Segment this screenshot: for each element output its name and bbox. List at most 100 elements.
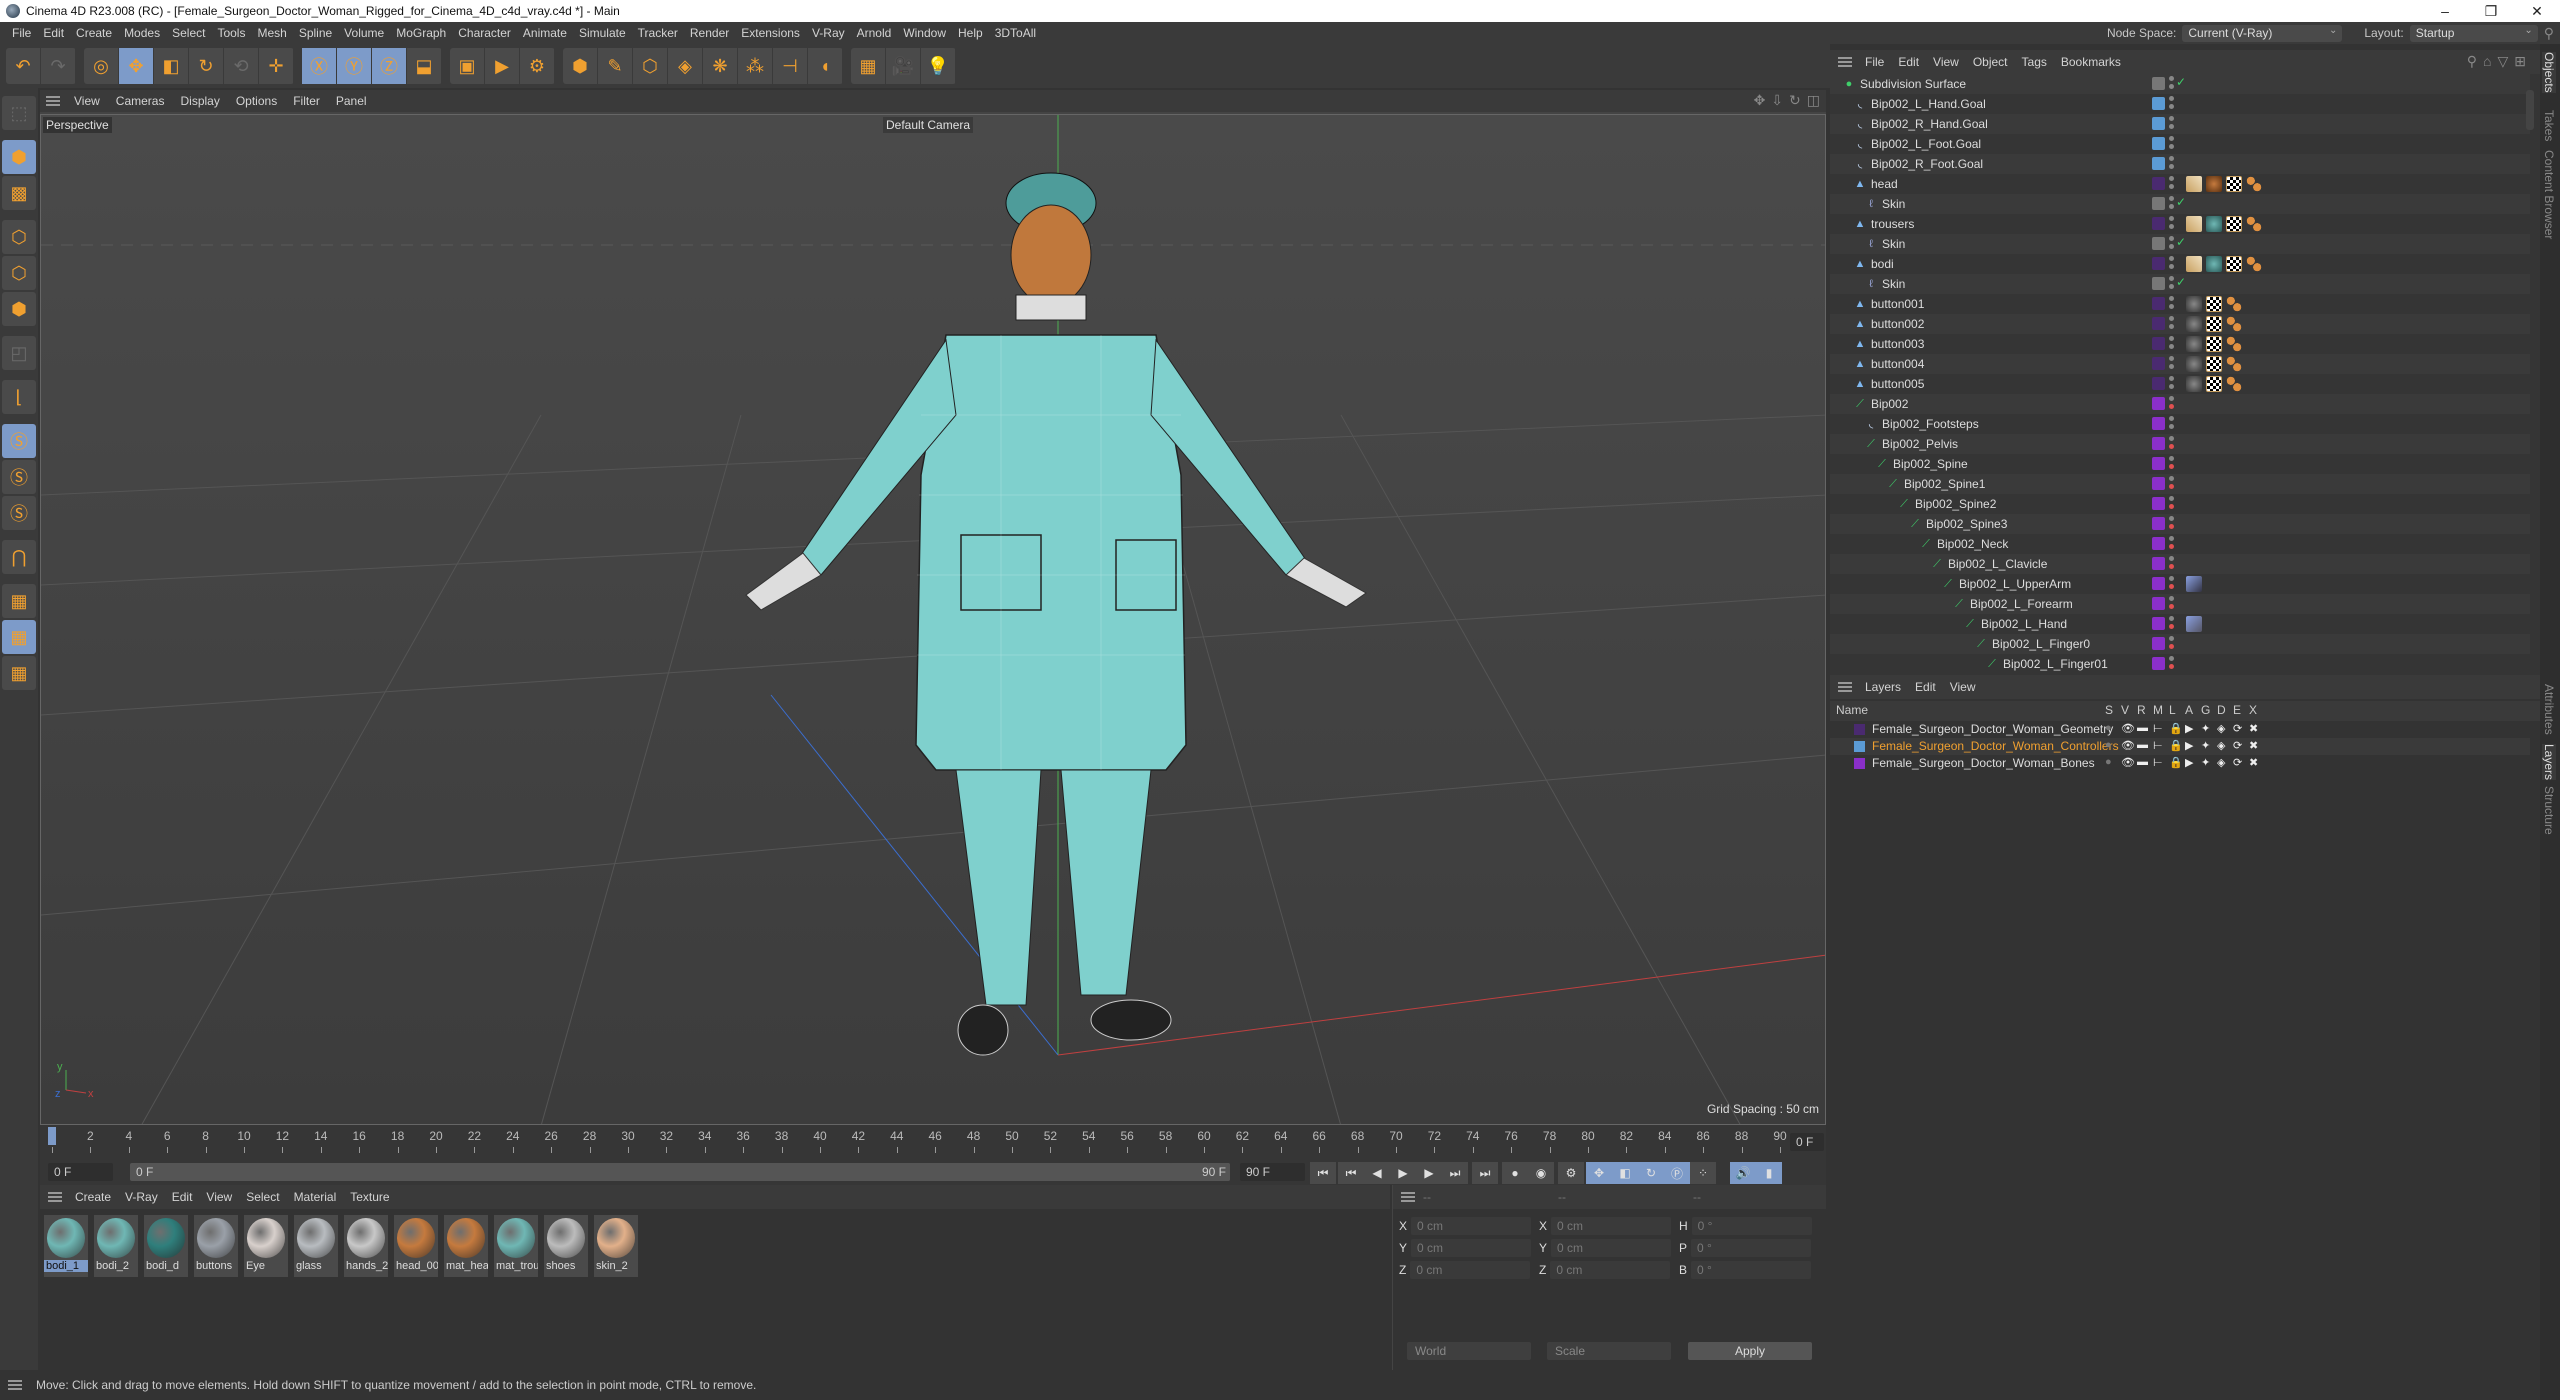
- render-settings-icon[interactable]: ⚙: [520, 48, 555, 84]
- layer-color-swatch[interactable]: [2152, 397, 2165, 410]
- current-frame-field[interactable]: 0 F: [1790, 1133, 1824, 1151]
- layer-x-toggle-icon[interactable]: ✖: [2249, 756, 2258, 769]
- layer-v-toggle-icon[interactable]: 👁: [2121, 722, 2135, 735]
- deformer-icon[interactable]: ⊣: [773, 48, 808, 84]
- layer-color-swatch[interactable]: [2152, 597, 2165, 610]
- visibility-dots[interactable]: [2169, 276, 2174, 292]
- object-name[interactable]: Bip002_Pelvis: [1882, 437, 1958, 451]
- layer-r-toggle-icon[interactable]: ▬: [2137, 756, 2148, 768]
- layer-color-swatch[interactable]: [1854, 724, 1865, 735]
- locked-workplane-icon[interactable]: ▦: [2, 620, 36, 654]
- object-row[interactable]: ⟋ Bip002_Spine: [1830, 454, 2530, 474]
- visibility-dots[interactable]: [2169, 76, 2174, 92]
- menu-spline[interactable]: Spline: [293, 26, 338, 40]
- layer-m-toggle-icon[interactable]: ⊢: [2153, 739, 2163, 752]
- rotate-view-icon[interactable]: ↻: [1789, 92, 1801, 109]
- visibility-dots[interactable]: [2169, 176, 2174, 192]
- layer-color-swatch[interactable]: [2152, 117, 2165, 130]
- status-menu-icon[interactable]: [8, 1380, 22, 1390]
- object-name[interactable]: Bip002_L_Hand.Goal: [1871, 97, 1986, 111]
- visibility-dots[interactable]: [2169, 396, 2174, 412]
- tab-layers[interactable]: Layers: [2542, 744, 2556, 781]
- visibility-dots[interactable]: [2169, 476, 2174, 492]
- layer-menu-view[interactable]: View: [1943, 680, 1983, 694]
- mat-teal-tag-icon[interactable]: [2206, 256, 2222, 272]
- layer-color-swatch[interactable]: [2152, 537, 2165, 550]
- key-pla-icon[interactable]: ⁘: [1690, 1162, 1716, 1184]
- y-axis-icon[interactable]: Ⓨ: [337, 48, 372, 84]
- menu-animate[interactable]: Animate: [517, 26, 573, 40]
- next-frame-icon[interactable]: ▶: [1416, 1162, 1442, 1184]
- solo-hierarchy-icon[interactable]: Ⓢ: [2, 460, 36, 494]
- uvw-tag-icon[interactable]: [2206, 316, 2222, 332]
- extrude-icon[interactable]: ◈: [668, 48, 703, 84]
- layer-x-toggle-icon[interactable]: ✖: [2249, 722, 2258, 735]
- object-name[interactable]: Skin: [1882, 197, 1905, 211]
- menu-3dtoall[interactable]: 3DToAll: [989, 26, 1042, 40]
- prev-frame-icon[interactable]: ◀: [1364, 1162, 1390, 1184]
- cloner-icon[interactable]: ❋: [703, 48, 738, 84]
- visibility-dots[interactable]: [2169, 376, 2174, 392]
- menu-extensions[interactable]: Extensions: [735, 26, 806, 40]
- layer-m-toggle-icon[interactable]: ⊢: [2153, 722, 2163, 735]
- go-to-end-icon[interactable]: ⏭: [1472, 1162, 1498, 1184]
- visibility-dots[interactable]: [2169, 416, 2174, 432]
- object-row[interactable]: ⟋ Bip002_Pelvis: [1830, 434, 2530, 454]
- dots-tag-icon[interactable]: [2226, 356, 2242, 372]
- layer-color-swatch[interactable]: [2152, 557, 2165, 570]
- redo-icon[interactable]: ↷: [41, 48, 76, 84]
- layer-e-toggle-icon[interactable]: ⟳: [2233, 756, 2242, 769]
- object-name[interactable]: trousers: [1871, 217, 1914, 231]
- uv-mode-icon[interactable]: ◰: [2, 336, 36, 370]
- pin-tag-icon[interactable]: [2186, 616, 2202, 632]
- layer-color-swatch[interactable]: [2152, 177, 2165, 190]
- viewport-menu-options[interactable]: Options: [228, 94, 285, 108]
- mat-gray-tag-icon[interactable]: [2186, 356, 2202, 372]
- layer-a-toggle-icon[interactable]: ▶: [2185, 756, 2193, 769]
- coordinate-input[interactable]: 0 cm: [1551, 1239, 1672, 1257]
- object-name[interactable]: bodi: [1871, 257, 1894, 271]
- object-row[interactable]: ⟋ Bip002_L_Hand: [1830, 614, 2530, 634]
- layer-color-swatch[interactable]: [2152, 577, 2165, 590]
- key-position-icon[interactable]: ✥: [1586, 1162, 1612, 1184]
- zoom-view-icon[interactable]: ⇩: [1771, 92, 1783, 109]
- menu-render[interactable]: Render: [684, 26, 735, 40]
- start-frame-field[interactable]: 0 F: [48, 1163, 113, 1181]
- layer-g-toggle-icon[interactable]: ✦: [2201, 722, 2210, 735]
- layer-color-swatch[interactable]: [2152, 317, 2165, 330]
- layer-r-toggle-icon[interactable]: ▬: [2137, 739, 2148, 751]
- mat-brown-tag-icon[interactable]: [2206, 176, 2222, 192]
- material-menu-create[interactable]: Create: [68, 1190, 118, 1204]
- object-name[interactable]: Bip002_L_Hand: [1981, 617, 2067, 631]
- coordinate-input[interactable]: 0 cm: [1551, 1217, 1672, 1235]
- maximize-button[interactable]: ❐: [2468, 0, 2514, 22]
- visibility-dots[interactable]: [2169, 296, 2174, 312]
- make-editable-icon[interactable]: ⬚: [2, 96, 36, 130]
- mat-gray-tag-icon[interactable]: [2186, 376, 2202, 392]
- dots-tag-icon[interactable]: [2226, 316, 2242, 332]
- mat-gray-tag-icon[interactable]: [2186, 296, 2202, 312]
- layer-d-toggle-icon[interactable]: ◈: [2217, 756, 2225, 769]
- layer-color-swatch[interactable]: [2152, 337, 2165, 350]
- object-name[interactable]: Bip002_Spine2: [1915, 497, 1996, 511]
- edit-toggle-icon[interactable]: [2152, 77, 2165, 90]
- layer-color-swatch[interactable]: [2152, 217, 2165, 230]
- frame-range-slider[interactable]: 0 F: [130, 1163, 1230, 1181]
- object-name[interactable]: Skin: [1882, 277, 1905, 291]
- sound-icon[interactable]: 🔊: [1730, 1162, 1756, 1184]
- material-menu-edit[interactable]: Edit: [165, 1190, 200, 1204]
- visibility-dots[interactable]: [2169, 536, 2174, 552]
- tab-objects[interactable]: Objects: [2542, 52, 2556, 93]
- layer-color-swatch[interactable]: [2152, 297, 2165, 310]
- toggle-layout-icon[interactable]: ◫: [1807, 92, 1820, 109]
- visibility-dots[interactable]: [2169, 656, 2174, 672]
- object-name[interactable]: Bip002_L_Finger0: [1992, 637, 2090, 651]
- key-scale-icon[interactable]: ◧: [1612, 1162, 1638, 1184]
- material-swatch[interactable]: mat_hea: [444, 1215, 488, 1277]
- object-row[interactable]: ● Subdivision Surface ✓: [1830, 74, 2530, 94]
- autokey-icon[interactable]: ◉: [1528, 1162, 1554, 1184]
- layer-s-toggle-icon[interactable]: ●: [2105, 756, 2112, 768]
- uvw-tag-icon[interactable]: [2206, 296, 2222, 312]
- object-name[interactable]: Bip002_Spine1: [1904, 477, 1985, 491]
- visibility-dots[interactable]: [2169, 316, 2174, 332]
